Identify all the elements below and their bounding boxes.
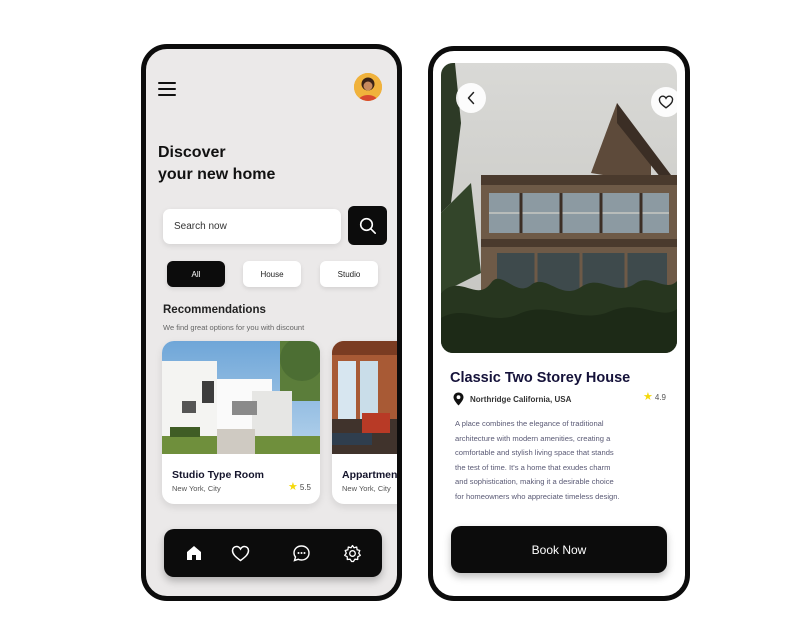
recommendations-title: Recommendations [163,304,266,316]
description-line: comfortable and stylish living space tha… [455,448,614,458]
book-now-button[interactable]: Book Now [451,526,667,573]
hamburger-menu-icon[interactable] [158,82,176,96]
settings-icon [343,544,361,562]
description-line: for homeowners who appreciate timeless d… [455,491,620,501]
heart-icon [658,95,674,109]
property-hero-image [441,63,677,353]
chevron-left-icon [467,91,475,105]
description-line: and sophistication, making it a desirabl… [455,477,614,487]
property-image [162,341,320,454]
star-icon: ★ [643,391,653,403]
property-card[interactable]: Appartment New York, City [332,341,401,504]
search-icon [359,217,376,234]
card-title: Appartment [342,469,401,481]
description-line: the test of time. It's a home that exude… [455,462,611,472]
filter-chip-house[interactable]: House [243,261,301,287]
home-screen: Discover your new home Search now All Ho… [141,44,402,601]
card-location: New York, City [172,484,221,493]
card-rating-value: 5.5 [299,483,311,492]
headline-line-1: Discover [158,144,226,161]
property-title: Classic Two Storey House [450,370,631,386]
search-input[interactable]: Search now [163,209,341,244]
property-location-text: Northridge California, USA [470,394,572,404]
property-image [332,341,397,454]
location-pin-icon [453,392,464,406]
card-rating: ★ 5.5 [288,482,311,493]
nav-home[interactable] [184,543,204,563]
headline-line-2: your new home [158,166,276,183]
search-placeholder: Search now [174,221,227,232]
description-line: A place combines the elegance of traditi… [455,419,604,428]
description-line: architecture with modern amenities, crea… [455,433,611,443]
nav-messages[interactable] [291,543,311,563]
home-icon [187,546,201,560]
nav-favorites[interactable] [230,543,250,563]
property-description: A place combines the elegance of traditi… [455,417,670,505]
filter-chip-studio[interactable]: Studio [320,261,378,287]
property-rating: ★ 4.9 [643,392,666,403]
property-card[interactable]: Studio Type Room New York, City ★ 5.5 [162,341,320,504]
chat-icon [292,544,310,562]
back-button[interactable] [456,83,486,113]
heart-icon [231,545,249,561]
card-location: New York, City [342,484,391,493]
detail-screen: Classic Two Storey House Northridge Cali… [428,46,690,601]
card-title: Studio Type Room [172,469,264,481]
recommendations-subtitle: We find great options for you with disco… [163,323,305,332]
page-title: Discover your new home [158,142,358,186]
filter-chip-all[interactable]: All [167,261,225,287]
property-rating-value: 4.9 [654,393,666,402]
nav-settings[interactable] [342,543,362,563]
property-location: Northridge California, USA [453,392,571,406]
star-icon: ★ [288,481,298,493]
favorite-button[interactable] [651,87,677,117]
bottom-navigation [164,529,382,577]
search-button[interactable] [348,206,387,245]
avatar[interactable] [354,73,382,101]
